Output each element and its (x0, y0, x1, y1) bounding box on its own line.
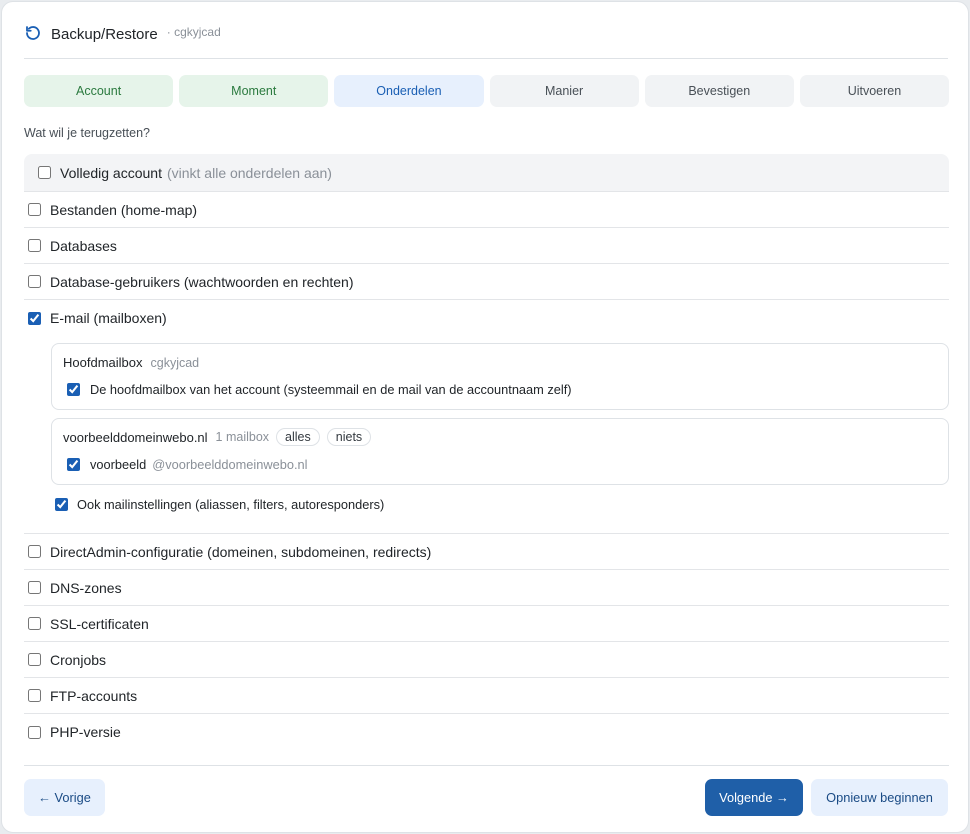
email-label: E-mail (mailboxen) (50, 310, 167, 326)
php-label: PHP-versie (50, 724, 121, 740)
item-php-row[interactable]: PHP-versie (24, 714, 949, 750)
mailbox-name: voorbeeld (90, 457, 147, 472)
section-question: Wat wil je terugzetten? (24, 126, 150, 140)
item-cron-row[interactable]: Cronjobs (24, 642, 949, 678)
domain-header: voorbeelddomeinwebo.nl 1 mailbox alles n… (63, 428, 372, 446)
page-title: Backup/Restore (51, 26, 158, 43)
ftp-label: FTP-accounts (50, 687, 138, 704)
ssl-label: SSL-certificaten (50, 615, 149, 632)
wizard-header: Backup/Restore · cgkyjcad (24, 20, 948, 59)
full-account-row[interactable]: Volledig account (vinkt alle onderdelen … (24, 154, 949, 192)
item-dns-row[interactable]: DNS-zones (24, 570, 949, 606)
refresh-icon (26, 26, 40, 40)
main-mailbox-checkbox[interactable] (67, 383, 80, 396)
dns-checkbox[interactable] (28, 581, 41, 594)
restart-button[interactable]: Opnieuw beginnen (811, 779, 948, 816)
domain-mailbox-count: 1 mailbox (215, 430, 270, 444)
select-none-button[interactable]: niets (326, 428, 372, 446)
db-users-checkbox[interactable] (28, 275, 41, 288)
select-all-button[interactable]: alles (276, 428, 320, 446)
db-users-label: Database-gebruikers (wachtwoorden en rec… (50, 273, 354, 290)
step-account[interactable]: Account (24, 75, 174, 107)
back-button[interactable]: ← Vorige (24, 779, 105, 816)
databases-checkbox[interactable] (28, 239, 41, 252)
databases-label: Databases (50, 237, 117, 254)
item-email-row[interactable]: E-mail (mailboxen) (24, 300, 949, 336)
email-checkbox[interactable] (28, 311, 41, 325)
php-checkbox[interactable] (28, 725, 41, 739)
main-mailbox-account: cgkyjcad (150, 355, 200, 370)
mail-settings-row[interactable]: Ook mailinstellingen (aliassen, filters,… (55, 497, 384, 512)
item-directadmin-row[interactable]: DirectAdmin-configuratie (domeinen, subd… (24, 534, 949, 570)
files-checkbox[interactable] (28, 203, 41, 216)
step-moment[interactable]: Moment (179, 75, 329, 107)
main-mailbox-title: Hoofdmailbox (63, 355, 143, 370)
step-uitvoeren: Uitvoeren (799, 75, 950, 107)
dns-label: DNS-zones (50, 579, 122, 596)
directadmin-label: DirectAdmin-configuratie (domeinen, subd… (50, 543, 432, 560)
full-account-checkbox[interactable] (38, 166, 51, 179)
main-mailbox-label: De hoofdmailbox van het account (systeem… (90, 382, 572, 397)
email-options: Hoofdmailbox cgkyjcad De hoofdmailbox va… (24, 335, 949, 534)
item-ftp-row[interactable]: FTP-accounts (24, 678, 949, 714)
cron-label: Cronjobs (50, 651, 107, 668)
item-db-users-row[interactable]: Database-gebruikers (wachtwoorden en rec… (24, 264, 949, 300)
mailbox-item[interactable]: voorbeeld @voorbeelddomeinwebo.nl (67, 457, 308, 472)
wizard-steps: Account Moment Onderdelen Manier Bevesti… (24, 75, 950, 107)
step-manier: Manier (489, 75, 639, 107)
full-account-label: Volledig account (60, 164, 162, 181)
ssl-checkbox[interactable] (28, 617, 41, 630)
mail-settings-label: Ook mailinstellingen (aliassen, filters,… (77, 497, 385, 512)
mailbox-checkbox[interactable] (67, 458, 80, 471)
item-files-row[interactable]: Bestanden (home-map) (24, 192, 949, 228)
ftp-checkbox[interactable] (28, 689, 41, 702)
mail-settings-checkbox[interactable] (55, 498, 68, 511)
main-mailbox-item[interactable]: De hoofdmailbox van het account (systeem… (67, 382, 572, 397)
item-ssl-row[interactable]: SSL-certificaten (24, 606, 949, 642)
step-onderdelen[interactable]: Onderdelen (334, 75, 484, 107)
domain-name: voorbeelddomeinwebo.nl (63, 429, 208, 445)
wizard-card: Backup/Restore · cgkyjcad Account Moment… (1, 1, 969, 833)
main-mailbox-header: Hoofdmailbox cgkyjcad (63, 355, 199, 370)
mailbox-address: @voorbeelddomeinwebo.nl (152, 457, 308, 472)
item-databases-row[interactable]: Databases (24, 228, 949, 264)
files-label: Bestanden (home-map) (50, 201, 198, 218)
next-button[interactable]: Volgende → (705, 779, 803, 816)
domain-mailbox-card: voorbeelddomeinwebo.nl 1 mailbox alles n… (51, 418, 949, 485)
full-account-hint: (vinkt alle onderdelen aan) (166, 164, 332, 181)
cron-checkbox[interactable] (28, 653, 41, 666)
wizard-footer (24, 765, 949, 766)
account-name: · cgkyjcad (166, 25, 221, 39)
main-mailbox-card: Hoofdmailbox cgkyjcad De hoofdmailbox va… (51, 343, 949, 410)
step-bevestigen: Bevestigen (644, 75, 794, 107)
directadmin-checkbox[interactable] (28, 545, 41, 558)
